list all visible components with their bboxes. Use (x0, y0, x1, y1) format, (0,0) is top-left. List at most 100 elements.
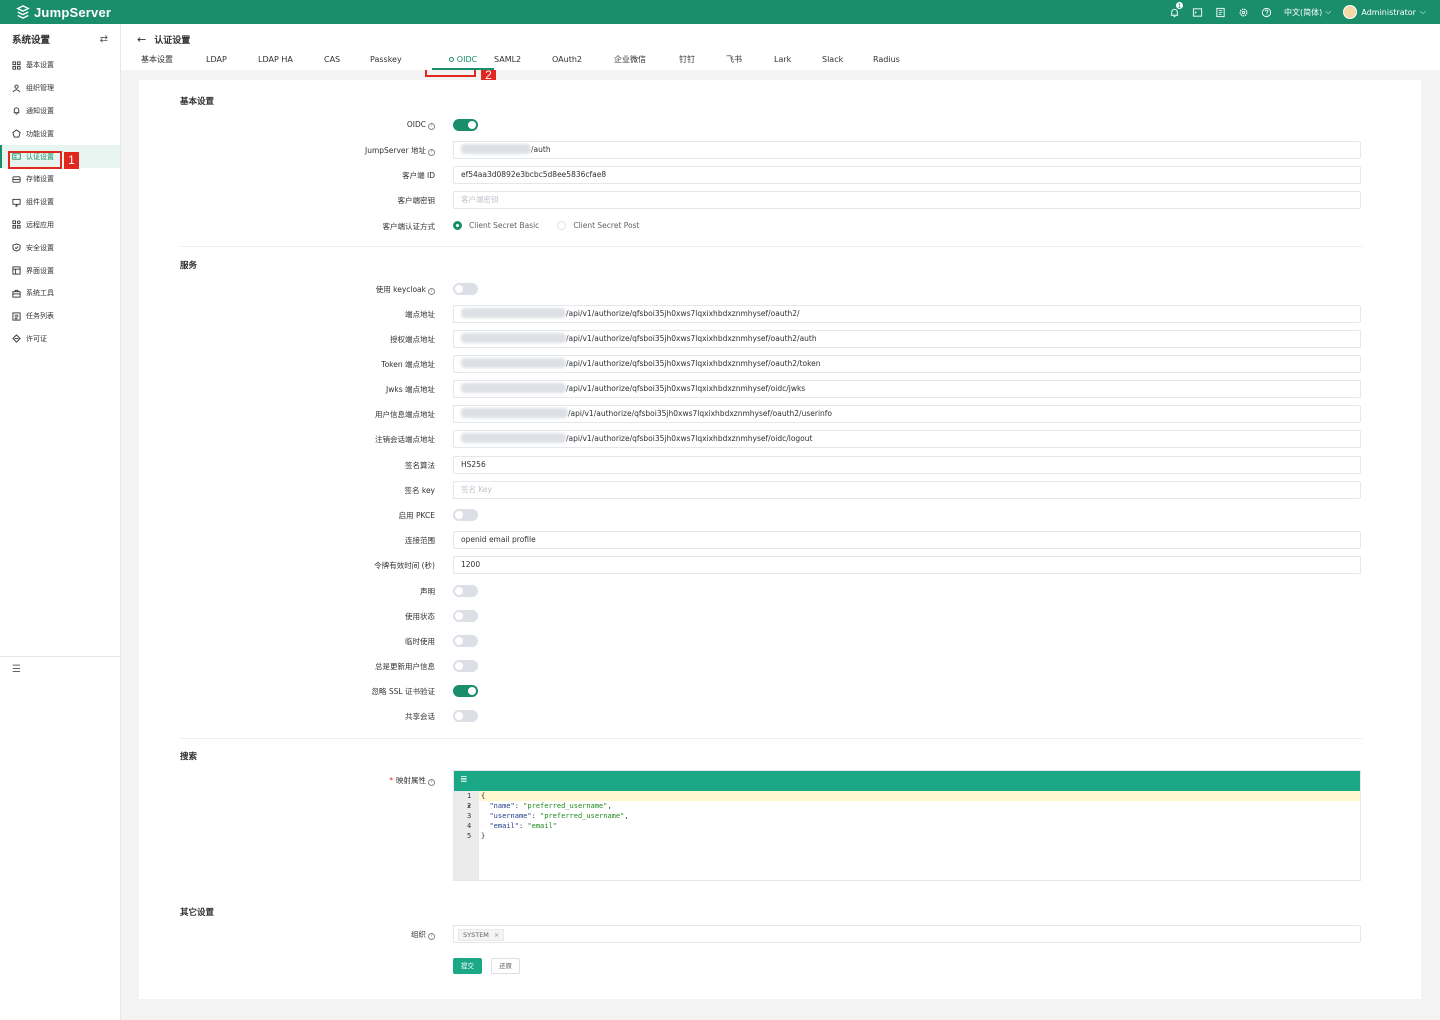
help-icon[interactable] (1261, 7, 1272, 18)
storage-icon (12, 175, 21, 184)
notification-badge: 1 (1175, 0, 1185, 10)
ignore-ssl-switch[interactable] (453, 685, 478, 697)
layout-icon (12, 266, 21, 275)
share-session-switch[interactable] (453, 710, 478, 722)
section-title-service: 服务 (180, 261, 198, 271)
tab-label: LDAP HA (258, 55, 293, 64)
keycloak-row: 使用 keycloak? (139, 280, 1421, 298)
license-icon (12, 334, 21, 344)
field-label: Jwks 端点地址 (386, 385, 435, 394)
tab-8[interactable]: 企业微信 (614, 54, 679, 70)
submit-button[interactable]: 提交 (453, 958, 482, 974)
field-label: OIDC? (407, 120, 435, 130)
sidebar-item-11[interactable]: 任务列表 (0, 305, 120, 328)
field-label: 客户端密钥 (397, 196, 436, 205)
collapse-menu-icon[interactable]: ☰ (12, 664, 21, 675)
sidebar-item-3[interactable]: 功能设置 (0, 122, 120, 145)
auth-endpoint-input[interactable]: /api/v1/authorize/qfsboi35jh0xws7lqxixhb… (453, 330, 1361, 348)
token-endpoint-input[interactable]: /api/v1/authorize/qfsboi35jh0xws7lqxixhb… (453, 355, 1361, 373)
tab-11[interactable]: Lark (774, 54, 822, 70)
format-icon[interactable]: ≣ (460, 775, 468, 785)
token-ttl-input[interactable]: 1200 (453, 556, 1361, 574)
help-icon: ? (428, 779, 435, 786)
tab-10[interactable]: 飞书 (726, 54, 774, 70)
tab-label: 基本设置 (141, 55, 173, 64)
tab-9[interactable]: 钉钉 (679, 54, 726, 70)
sidebar-item-2[interactable]: 通知设置 (0, 100, 120, 123)
terminal-icon[interactable] (1192, 7, 1203, 18)
tab-6[interactable]: SAML2 (494, 54, 552, 70)
endpoint-input[interactable]: /api/v1/authorize/qfsboi35jh0xws7lqxixhb… (453, 305, 1361, 323)
annotation-number-1: 1 (64, 152, 79, 169)
grid-icon (12, 61, 21, 70)
editor-code[interactable]: { "name": "preferred_username", "usernam… (479, 791, 1360, 841)
jumpserver-url-row: JumpServer 地址? /auth (139, 141, 1421, 159)
settings-form: 基本设置 OIDC? JumpServer 地址? /auth 客户端 ID e… (139, 80, 1421, 999)
sidebar-item-5[interactable]: 存储设置 (0, 168, 120, 191)
field-label: 连接范围 (405, 536, 435, 545)
always-update-switch[interactable] (453, 660, 478, 672)
language-selector[interactable]: 中文(简体) ⌵ (1284, 7, 1331, 18)
app-logo[interactable]: JumpServer (0, 5, 111, 20)
sidebar-item-8[interactable]: 安全设置 (0, 236, 120, 259)
field-label: 组织? (411, 929, 435, 940)
line-number: 2 (467, 802, 472, 810)
userinfo-endpoint-input[interactable]: /api/v1/authorize/qfsboi35jh0xws7lqxixhb… (453, 405, 1361, 423)
claim-switch[interactable] (453, 585, 478, 597)
tab-3[interactable]: CAS (324, 54, 370, 70)
client-id-input[interactable]: ef54aa3d0892e3bcbc5d8ee5836cfae8 (453, 166, 1361, 184)
sidebar-item-1[interactable]: 组织管理 (0, 77, 120, 100)
user-menu[interactable]: Administrator ⌵ (1343, 5, 1426, 19)
tab-5[interactable]: OIDC (432, 54, 494, 70)
nonce-switch[interactable] (453, 635, 478, 647)
field-label: 忽略 SSL 证书验证 (371, 687, 435, 696)
token-ttl-row: 令牌有效时间 (秒) 1200 (139, 556, 1421, 574)
tab-1[interactable]: LDAP (206, 54, 258, 70)
reset-button[interactable]: 还原 (491, 958, 520, 974)
sidebar-item-10[interactable]: 系统工具 (0, 282, 120, 305)
tab-0[interactable]: 基本设置 (141, 54, 206, 70)
breadcrumb: ← 认证设置 (137, 33, 190, 46)
radio-client-secret-post[interactable]: Client Secret Post (557, 221, 639, 230)
tab-13[interactable]: Radius (873, 54, 913, 70)
sidebar-item-12[interactable]: 许可证 (0, 328, 120, 351)
json-editor[interactable]: ≣ 1 ▾ 2 3 4 5 { "name": "preferred_username"… (453, 770, 1361, 881)
jumpserver-url-input[interactable]: /auth (453, 141, 1361, 159)
keycloak-switch[interactable] (453, 283, 478, 295)
use-state-switch[interactable] (453, 610, 478, 622)
sign-algo-input[interactable]: HS256 (453, 456, 1361, 474)
jwks-endpoint-input[interactable]: /api/v1/authorize/qfsboi35jh0xws7lqxixhb… (453, 380, 1361, 398)
org-select[interactable]: SYSTEM × (453, 925, 1361, 943)
auth-endpoint-row: 授权端点地址 /api/v1/authorize/qfsboi35jh0xws7… (139, 330, 1421, 348)
swap-icon[interactable]: ⇄ (100, 34, 108, 45)
sidebar-title: 系统设置 (12, 35, 51, 46)
pkce-switch[interactable] (453, 509, 478, 521)
sign-key-input[interactable]: 签名 Key (453, 481, 1361, 499)
oidc-switch[interactable] (453, 119, 478, 131)
sidebar-item-6[interactable]: 组件设置 (0, 191, 120, 214)
sidebar-item-9[interactable]: 界面设置 (0, 259, 120, 282)
tab-12[interactable]: Slack (822, 54, 873, 70)
scope-input[interactable]: openid email profile (453, 531, 1361, 549)
feature-icon (12, 129, 21, 138)
gear-icon[interactable] (1238, 7, 1249, 18)
client-secret-input[interactable]: 客户端密钥 (453, 191, 1361, 209)
tab-4[interactable]: Passkey (370, 54, 432, 70)
radio-client-secret-basic[interactable]: Client Secret Basic (453, 221, 539, 230)
sidebar-item-label: 许可证 (26, 334, 47, 343)
sign-key-row: 签名 key 签名 Key (139, 481, 1421, 499)
notification-bell-icon[interactable]: 1 (1169, 0, 1185, 18)
tab-2[interactable]: LDAP HA (258, 54, 324, 70)
bell-icon (12, 106, 21, 116)
sidebar-item-label: 基本设置 (26, 61, 54, 70)
field-label: Token 端点地址 (381, 360, 435, 369)
back-arrow-icon[interactable]: ← (137, 33, 146, 46)
tab-label: 钉钉 (679, 55, 695, 64)
close-icon[interactable]: × (494, 931, 499, 939)
document-icon[interactable] (1215, 7, 1226, 18)
sidebar-item-7[interactable]: 远程应用 (0, 214, 120, 237)
tab-label: Passkey (370, 55, 402, 64)
tab-7[interactable]: OAuth2 (552, 54, 614, 70)
sidebar-item-0[interactable]: 基本设置 (0, 54, 120, 77)
logout-endpoint-input[interactable]: /api/v1/authorize/qfsboi35jh0xws7lqxixhb… (453, 430, 1361, 448)
